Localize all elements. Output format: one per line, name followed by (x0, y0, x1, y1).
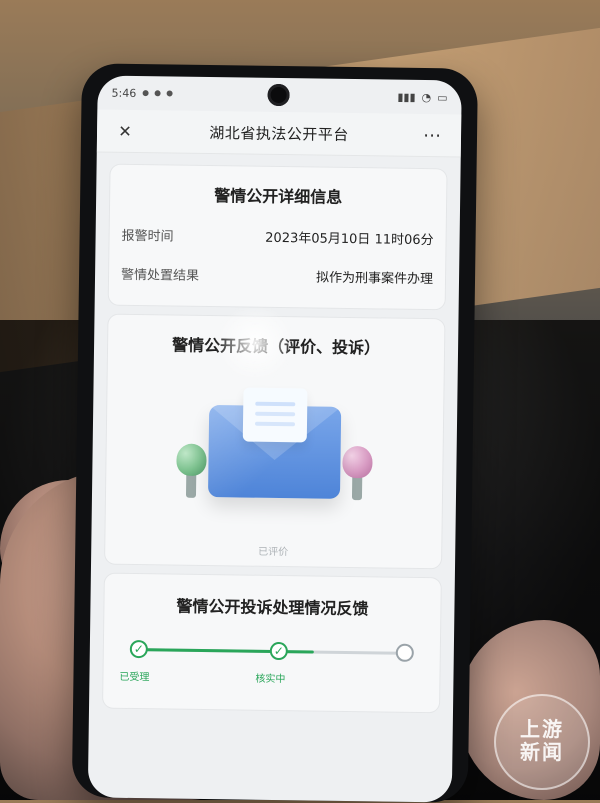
status-right: ▮▮▮ ◔ ▭ (397, 90, 447, 104)
alarm-time-label: 报警时间 (121, 228, 174, 245)
handling-result-label: 警情处置结果 (120, 267, 200, 284)
details-row: 报警时间 2023年05月10日 11时06分 (119, 215, 436, 258)
step-verifying-icon: ✓ (269, 641, 288, 661)
phone-screen: 5:46 ▮▮▮ ◔ ▭ ✕ 湖北省执法公开平台 ⋯ 警情公开详细信息 报警时间… (87, 75, 462, 803)
signal-icon: ▮▮▮ (397, 90, 416, 104)
wifi-icon: ◔ (421, 90, 432, 104)
alarm-time-value: 2023年05月10日 11时06分 (265, 230, 434, 249)
phone: 5:46 ▮▮▮ ◔ ▭ ✕ 湖北省执法公开平台 ⋯ 警情公开详细信息 报警时间… (71, 63, 478, 803)
status-time: 5:46 (111, 86, 137, 100)
step-label: 已受理 (119, 671, 150, 684)
tree-icon (185, 469, 197, 498)
more-icon[interactable]: ⋯ (419, 121, 447, 149)
step-accepted-icon: ✓ (129, 639, 148, 659)
feedback-title: 警情公开反馈（评价、投诉） (171, 335, 381, 358)
tree-icon (351, 472, 363, 501)
watermark-line1: 上游 (520, 719, 564, 741)
complaint-stepper: ✓ ✓ ✓ 已受理 核实中 (119, 626, 424, 700)
content: 警情公开详细信息 报警时间 2023年05月10日 11时06分 警情处置结果 … (89, 152, 461, 724)
details-title: 警情公开详细信息 (214, 186, 343, 207)
feedback-illustration (115, 365, 433, 539)
details-card: 警情公开详细信息 报警时间 2023年05月10日 11时06分 警情处置结果 … (108, 164, 447, 310)
battery-icon: ▭ (437, 90, 448, 104)
title-bar: ✕ 湖北省执法公开平台 ⋯ (96, 109, 462, 158)
watermark-logo: 上游 新闻 (494, 694, 590, 790)
progress-card: 警情公开投诉处理情况反馈 ✓ ✓ ✓ 已受理 核实中 (103, 573, 441, 713)
notification-dot-icon (142, 90, 149, 97)
envelope-icon (207, 387, 342, 499)
close-icon[interactable]: ✕ (111, 117, 139, 145)
notification-dot-icon (154, 90, 161, 97)
page-title: 湖北省执法公开平台 (209, 123, 349, 144)
status-left: 5:46 (112, 86, 173, 100)
feedback-card: 警情公开反馈（评价、投诉） 已评价 (105, 314, 445, 569)
progress-title: 警情公开投诉处理情况反馈 (176, 596, 369, 619)
handling-result-value: 拟作为刑事案件办理 (315, 270, 434, 288)
envelope-flap (208, 405, 342, 461)
step-label: 核实中 (255, 673, 286, 686)
notification-dot-icon (166, 90, 173, 97)
step-pending-icon: ✓ (395, 643, 414, 662)
details-row: 警情处置结果 拟作为刑事案件办理 (119, 254, 436, 297)
feedback-caption: 已评价 (258, 546, 289, 559)
watermark-line2: 新闻 (520, 742, 564, 764)
